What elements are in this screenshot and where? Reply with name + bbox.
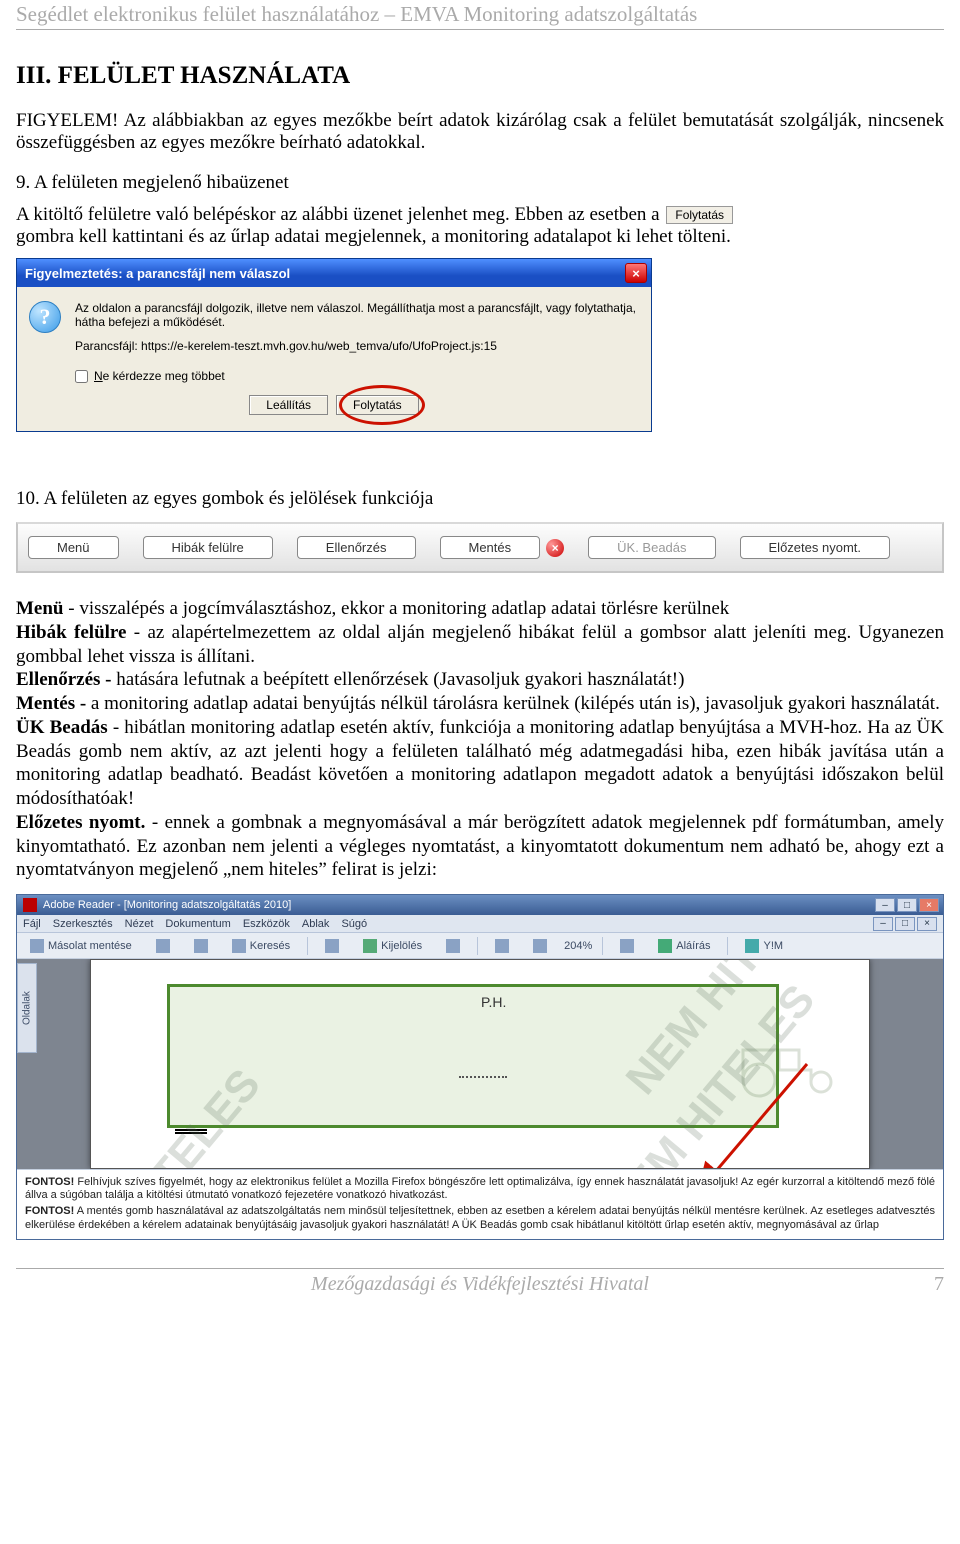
info-line-1: FONTOS! Felhívjuk szíves figyelmét, hogy… [25, 1176, 935, 1202]
info-line-2: FONTOS! A mentés gomb használatával az a… [25, 1205, 935, 1231]
submit-button[interactable]: ÜK. Beadás [588, 536, 715, 559]
separator [727, 937, 728, 955]
doc-minimize-icon[interactable]: – [873, 917, 893, 931]
hand-tool-button[interactable] [318, 937, 346, 955]
rotate-icon [620, 939, 634, 953]
separator [477, 937, 478, 955]
snapshot-button[interactable] [439, 937, 467, 955]
check-button[interactable]: Ellenőrzés [297, 536, 416, 559]
tractor-watermark-icon [729, 1020, 849, 1100]
menu-help[interactable]: Súgó [341, 918, 367, 930]
help-button[interactable]: Y!M [738, 937, 790, 955]
question-icon: ? [29, 301, 61, 333]
menu-file[interactable]: Fájl [23, 918, 41, 930]
adobe-titlebar: Adobe Reader - [Monitoring adatszolgálta… [17, 895, 943, 915]
dialog-message-2: Parancsfájl: https://e-kerelem-teszt.mvh… [75, 339, 639, 353]
help-icon [745, 939, 759, 953]
disk-icon [30, 939, 44, 953]
zoom-percent: 204% [564, 940, 592, 952]
signature-icon [658, 939, 672, 953]
item9-line1: A kitöltő felületre való belépéskor az a… [16, 204, 660, 225]
search-icon [232, 939, 246, 953]
dont-ask-label: NNe kérdezze meg többete kérdezze meg tö… [94, 369, 225, 383]
item9-paragraph: A kitöltő felületre való belépéskor az a… [16, 204, 944, 248]
adobe-menubar: Fájl Szerkesztés Nézet Dokumentum Eszköz… [17, 915, 943, 933]
pages-panel-tab[interactable]: Oldalak [17, 963, 37, 1053]
select-button[interactable]: Kijelölés [356, 937, 429, 955]
adobe-info-bar: FONTOS! Felhívjuk szíves figyelmét, hogy… [17, 1169, 943, 1239]
menu-tools[interactable]: Eszközök [243, 918, 290, 930]
print-button[interactable] [149, 937, 177, 955]
pdf-icon [23, 898, 37, 912]
desc-errors: Hibák felülre - az alapértelmezettem az … [16, 621, 944, 669]
item10-heading: 10. A felületen az egyes gombok és jelöl… [16, 488, 944, 510]
document-header: Segédlet elektronikus felület használatá… [16, 0, 944, 30]
zoom-out-button[interactable] [488, 937, 516, 955]
close-badge-icon: × [546, 539, 564, 557]
menu-document[interactable]: Dokumentum [165, 918, 230, 930]
page-number: 7 [649, 1273, 944, 1296]
dialog-title: Figyelmeztetés: a parancsfájl nem válasz… [25, 266, 290, 281]
menu-view[interactable]: Nézet [125, 918, 154, 930]
maximize-icon[interactable]: □ [897, 898, 917, 912]
dotted-line [459, 1076, 507, 1078]
doc-close-icon[interactable]: × [917, 917, 937, 931]
dont-ask-checkbox[interactable] [75, 370, 88, 383]
inline-continue-button: Folytatás [666, 206, 733, 224]
zoom-in-icon [533, 939, 547, 953]
desc-save: Mentés - a monitoring adatlap adatai ben… [16, 692, 944, 716]
close-icon[interactable]: × [919, 898, 939, 912]
search-button[interactable]: Keresés [225, 937, 297, 955]
rotate-button[interactable] [613, 937, 641, 955]
adobe-reader-window: Adobe Reader - [Monitoring adatszolgálta… [16, 894, 944, 1240]
item9-heading: 9. A felületen megjelenő hibaüzenet [16, 172, 944, 194]
doc-maximize-icon[interactable]: □ [895, 917, 915, 931]
hand-icon [325, 939, 339, 953]
close-icon[interactable]: × [625, 263, 647, 283]
menu-window[interactable]: Ablak [302, 918, 330, 930]
pdf-page: DMON010 P.H. NEM HITELES NEM HITELES ITE… [90, 959, 870, 1169]
desc-uk: ÜK Beadás - hibátlan monitoring adatlap … [16, 716, 944, 811]
text-select-icon [363, 939, 377, 953]
separator [307, 937, 308, 955]
adobe-toolbar: Másolat mentése Keresés Kijelölés 204% A… [17, 933, 943, 959]
section-title: III. FELÜLET HASZNÁLATA [16, 62, 944, 90]
adobe-title-text: Adobe Reader - [Monitoring adatszolgálta… [43, 899, 291, 911]
warning-dialog: Figyelmeztetés: a parancsfájl nem válasz… [16, 258, 652, 432]
mail-icon [194, 939, 208, 953]
zoom-in-button[interactable] [526, 937, 554, 955]
document-footer: Mezőgazdasági és Vidékfejlesztési Hivata… [16, 1268, 944, 1316]
dialog-message-1: Az oldalon a parancsfájl dolgozik, illet… [75, 301, 639, 329]
item9-line2: gombra kell kattintani és az űrlap adata… [16, 226, 731, 247]
stop-button[interactable]: Leállítás [249, 395, 328, 415]
minimize-icon[interactable]: – [875, 898, 895, 912]
app-toolbar: Menü Hibák felülre Ellenőrzés Mentés × Ü… [16, 522, 944, 573]
footer-org: Mezőgazdasági és Vidékfejlesztési Hivata… [311, 1273, 649, 1296]
save-copy-button[interactable]: Másolat mentése [23, 937, 139, 955]
desc-check: Ellenőrzés - hatására lefutnak a beépíte… [16, 668, 944, 692]
ph-label: P.H. [481, 994, 506, 1010]
printer-icon [156, 939, 170, 953]
sign-button[interactable]: Aláírás [651, 937, 717, 955]
separator [602, 937, 603, 955]
intro-paragraph: FIGYELEM! Az alábbiakban az egyes mezőkb… [16, 110, 944, 154]
desc-menu: Menü - visszalépés a jogcímválasztáshoz,… [16, 597, 944, 621]
preview-print-button[interactable]: Előzetes nyomt. [740, 536, 891, 559]
adobe-document-stage: Oldalak DMON010 P.H. NEM HITELES NEM HIT… [17, 959, 943, 1169]
camera-icon [446, 939, 460, 953]
zoom-out-icon [495, 939, 509, 953]
dialog-titlebar: Figyelmeztetés: a parancsfájl nem válasz… [17, 259, 651, 287]
save-button[interactable]: Mentés [440, 536, 541, 559]
menu-button[interactable]: Menü [28, 536, 119, 559]
menu-edit[interactable]: Szerkesztés [53, 918, 113, 930]
form-green-box [167, 984, 779, 1128]
continue-button[interactable]: Folytatás [336, 395, 419, 415]
desc-preview: Előzetes nyomt. - ennek a gombnak a megn… [16, 811, 944, 882]
mail-button[interactable] [187, 937, 215, 955]
errors-up-button[interactable]: Hibák felülre [143, 536, 273, 559]
